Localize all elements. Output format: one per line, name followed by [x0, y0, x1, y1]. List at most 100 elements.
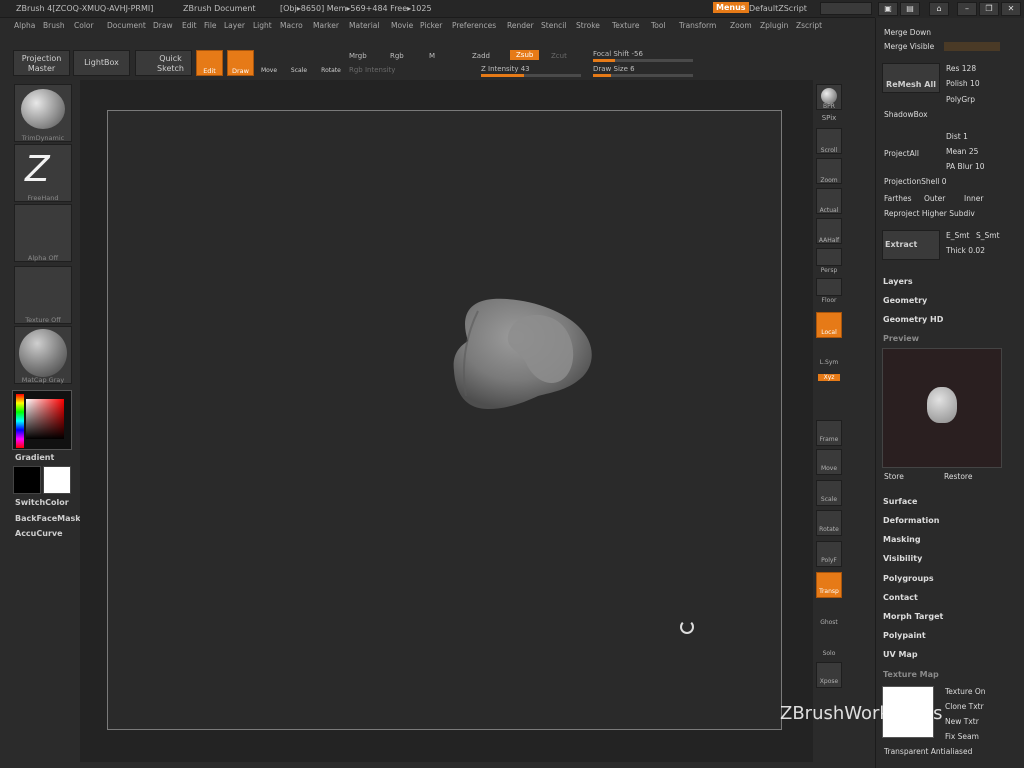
menu-tool[interactable]: Tool: [651, 21, 666, 30]
shadowbox-button[interactable]: ShadowBox: [884, 110, 928, 119]
projection-master-button[interactable]: Projection Master: [13, 50, 70, 76]
res-slider[interactable]: Res 128: [946, 64, 976, 73]
menu-layer[interactable]: Layer: [224, 21, 245, 30]
menu-transform[interactable]: Transform: [679, 21, 716, 30]
layout2-icon[interactable]: ▤: [900, 2, 920, 16]
menus-button[interactable]: Menus: [713, 2, 749, 13]
minimize-icon[interactable]: –: [957, 2, 977, 16]
fix-seam-button[interactable]: Fix Seam: [945, 732, 979, 741]
menu-stencil[interactable]: Stencil: [541, 21, 566, 30]
mean-slider[interactable]: Mean 25: [946, 147, 978, 156]
uv-map-palette[interactable]: UV Map: [883, 650, 918, 659]
thick-slider[interactable]: Thick 0.02: [946, 246, 985, 255]
m-button[interactable]: M: [429, 52, 435, 60]
preview-window[interactable]: [882, 348, 1002, 468]
menu-brush[interactable]: Brush: [43, 21, 65, 30]
zscript-label[interactable]: DefaultZScript: [749, 4, 807, 13]
contact-palette[interactable]: Contact: [883, 593, 918, 602]
menu-macro[interactable]: Macro: [280, 21, 303, 30]
transparent-antialiased-toggle[interactable]: Transparent Antialiased: [884, 747, 972, 756]
focal-shift-slider[interactable]: Focal Shift -56: [593, 50, 643, 58]
rotate-button[interactable]: Rotate: [318, 50, 344, 76]
color-picker[interactable]: [12, 390, 72, 450]
lightbox-button[interactable]: LightBox: [73, 50, 130, 76]
farthest-button[interactable]: Farthes: [884, 194, 912, 203]
morph-target-palette[interactable]: Morph Target: [883, 612, 943, 621]
menu-render[interactable]: Render: [507, 21, 534, 30]
menu-texture[interactable]: Texture: [612, 21, 639, 30]
close-icon[interactable]: ✕: [1001, 2, 1021, 16]
dist-slider[interactable]: Dist 1: [946, 132, 968, 141]
nav-arrows[interactable]: [820, 2, 872, 15]
projectionshell-slider[interactable]: ProjectionShell 0: [884, 177, 947, 186]
spix-label[interactable]: SPix: [813, 114, 845, 122]
zsub-button[interactable]: Zsub: [510, 50, 540, 60]
clone-txtr-button[interactable]: Clone Txtr: [945, 702, 984, 711]
floor-icon[interactable]: [816, 278, 842, 296]
pa-blur-slider[interactable]: PA Blur 10: [946, 162, 985, 171]
layers-palette[interactable]: Layers: [883, 277, 913, 286]
stroke-selector[interactable]: Z FreeHand: [14, 144, 72, 202]
accucurve-toggle[interactable]: AccuCurve: [15, 529, 63, 538]
texture-map-palette[interactable]: Texture Map: [883, 670, 939, 679]
quick-sketch-button[interactable]: Quick Sketch: [135, 50, 192, 76]
gradient-toggle[interactable]: Gradient: [15, 453, 54, 462]
store-button[interactable]: Store: [884, 472, 904, 481]
s-smt-slider[interactable]: S_Smt: [976, 231, 1000, 240]
extract-button[interactable]: Extract: [882, 230, 940, 260]
material-selector[interactable]: MatCap Gray: [14, 326, 72, 384]
scale-button[interactable]: Scale: [288, 50, 310, 76]
lock-icon[interactable]: ⌂: [929, 2, 949, 16]
menu-file[interactable]: File: [204, 21, 217, 30]
focal-shift-track[interactable]: [593, 59, 693, 62]
mrgb-button[interactable]: Mrgb: [349, 52, 367, 60]
menu-zoom[interactable]: Zoom: [730, 21, 752, 30]
xyz-toggle[interactable]: Xyz: [818, 374, 840, 381]
geometry-hd-palette[interactable]: Geometry HD: [883, 315, 943, 324]
z-intensity-slider[interactable]: Z Intensity 43: [481, 65, 530, 73]
inner-button[interactable]: Inner: [964, 194, 983, 203]
texture-selector[interactable]: Texture Off: [14, 266, 72, 324]
layout-icon[interactable]: ▣: [878, 2, 898, 16]
z-intensity-track[interactable]: [481, 74, 581, 77]
menu-material[interactable]: Material: [349, 21, 379, 30]
alpha-selector[interactable]: Alpha Off: [14, 204, 72, 262]
menu-draw[interactable]: Draw: [153, 21, 173, 30]
polygroups-palette[interactable]: Polygroups: [883, 574, 934, 583]
rgb-button[interactable]: Rgb: [390, 52, 404, 60]
persp-icon[interactable]: [816, 248, 842, 266]
menu-color[interactable]: Color: [74, 21, 94, 30]
visibility-palette[interactable]: Visibility: [883, 554, 922, 563]
menu-document[interactable]: Document: [107, 21, 146, 30]
saturation-square[interactable]: [26, 399, 64, 439]
move-button[interactable]: Move: [258, 50, 280, 76]
draw-size-track[interactable]: [593, 74, 693, 77]
document-canvas[interactable]: [107, 110, 782, 730]
merge-down-button[interactable]: Merge Down: [884, 28, 931, 37]
restore-button[interactable]: Restore: [944, 472, 972, 481]
polygrp-toggle[interactable]: PolyGrp: [946, 95, 975, 104]
backfacemask-toggle[interactable]: BackFaceMask: [15, 514, 81, 523]
menu-movie[interactable]: Movie: [391, 21, 413, 30]
main-color-swatch[interactable]: [13, 466, 41, 494]
secondary-color-swatch[interactable]: [43, 466, 71, 494]
draw-button[interactable]: Draw: [227, 50, 254, 76]
polish-slider[interactable]: Polish 10: [946, 79, 980, 88]
zcut-button[interactable]: Zcut: [551, 52, 567, 60]
brush-selector[interactable]: TrimDynamic: [14, 84, 72, 142]
menu-zplugin[interactable]: Zplugin: [760, 21, 788, 30]
menu-zscript[interactable]: Zscript: [796, 21, 822, 30]
polypaint-palette[interactable]: Polypaint: [883, 631, 926, 640]
switchcolor-button[interactable]: SwitchColor: [15, 498, 69, 507]
lsym-label[interactable]: L.Sym: [813, 359, 845, 366]
masking-palette[interactable]: Masking: [883, 535, 921, 544]
menu-alpha[interactable]: Alpha: [14, 21, 35, 30]
menu-picker[interactable]: Picker: [420, 21, 442, 30]
menu-stroke[interactable]: Stroke: [576, 21, 600, 30]
draw-size-slider[interactable]: Draw Size 6: [593, 65, 635, 73]
hue-strip[interactable]: [16, 394, 24, 448]
new-txtr-button[interactable]: New Txtr: [945, 717, 979, 726]
rgb-intensity-slider[interactable]: Rgb Intensity: [349, 66, 395, 74]
surface-palette[interactable]: Surface: [883, 497, 917, 506]
texture-on-button[interactable]: Texture On: [945, 687, 986, 696]
